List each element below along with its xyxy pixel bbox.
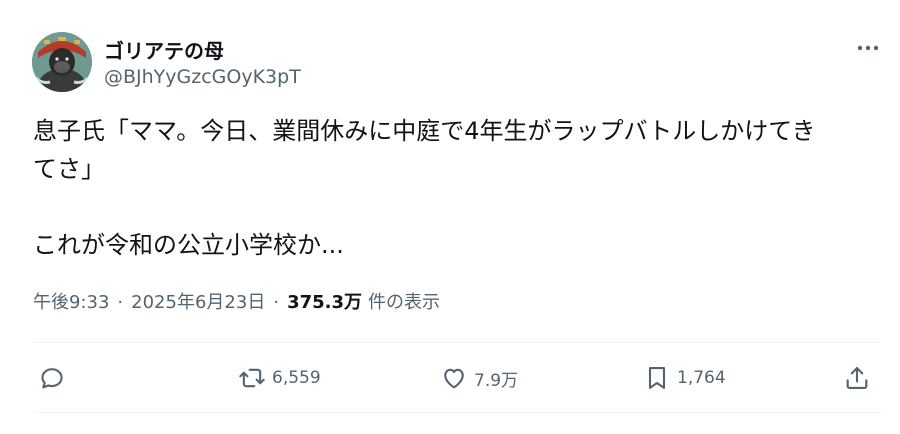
tweet-date[interactable]: 2025年6月23日 — [131, 292, 265, 313]
meta-separator: · — [273, 292, 280, 313]
tweet-time[interactable]: 午後9:33 — [33, 292, 109, 313]
retweet-icon — [239, 368, 265, 388]
retweet-button[interactable]: 6,559 — [238, 362, 321, 394]
tweet-text-line: 息子氏「ママ。今日、業間休みに中庭で4年生がラップバトルしかけてき — [33, 117, 816, 145]
like-count: 7.9万 — [474, 370, 519, 391]
tweet: ゴリアテの母 @BJhYyGzcGOyK3pT 息子氏「ママ。今日、業間休みに中… — [0, 0, 900, 434]
bookmark-button[interactable]: 1,764 — [643, 362, 726, 394]
tweet-text-line: これが令和の公立小学校か... — [33, 231, 344, 259]
tweet-text: 息子氏「ママ。今日、業間休みに中庭で4年生がラップバトルしかけてき てさ」 これ… — [33, 112, 868, 264]
gorilla-avatar-icon — [32, 32, 92, 92]
share-icon — [846, 367, 868, 389]
more-options-button[interactable] — [848, 34, 888, 62]
like-button[interactable]: 7.9万 — [440, 362, 518, 394]
retweet-count: 6,559 — [272, 368, 321, 388]
views-count: 375.3万 — [287, 292, 362, 313]
more-dots-icon — [857, 45, 879, 51]
views-label: 件の表示 — [368, 292, 440, 313]
tweet-text-line: てさ」 — [33, 155, 105, 183]
tweet-meta: 午後9:33 · 2025年6月23日 · 375.3万 件の表示 — [33, 288, 440, 314]
reply-icon — [41, 368, 63, 389]
heart-icon — [444, 368, 464, 389]
divider — [33, 412, 881, 413]
reply-button[interactable] — [38, 362, 66, 394]
divider — [33, 342, 881, 343]
display-name[interactable]: ゴリアテの母 — [104, 35, 224, 64]
user-handle[interactable]: @BJhYyGzcGOyK3pT — [104, 66, 301, 88]
share-button[interactable] — [843, 362, 871, 394]
bookmark-count: 1,764 — [677, 368, 726, 388]
avatar[interactable] — [32, 32, 92, 92]
bookmark-icon — [648, 367, 666, 389]
meta-separator: · — [117, 292, 124, 313]
